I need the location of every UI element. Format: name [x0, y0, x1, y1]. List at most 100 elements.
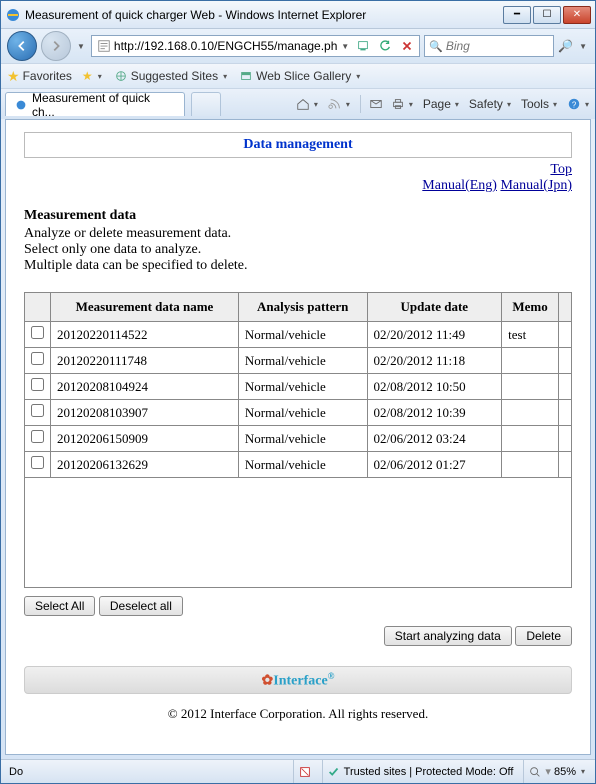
- th-pattern: Analysis pattern: [238, 293, 367, 322]
- read-mail-button[interactable]: [369, 97, 383, 111]
- new-tab-button[interactable]: [191, 92, 221, 116]
- page-favicon: [97, 39, 111, 53]
- rss-icon: [328, 97, 342, 111]
- page-menu[interactable]: Page▾: [423, 97, 461, 111]
- row-checkbox[interactable]: [31, 430, 44, 443]
- maximize-button[interactable]: ☐: [533, 6, 561, 24]
- stop-button[interactable]: [397, 36, 417, 56]
- trusted-label: Trusted sites | Protected Mode: Off: [344, 766, 514, 778]
- safety-menu[interactable]: Safety▾: [469, 97, 513, 111]
- tools-menu[interactable]: Tools▾: [521, 97, 559, 111]
- delete-button[interactable]: Delete: [515, 626, 572, 646]
- popup-blocker[interactable]: [293, 760, 316, 783]
- deselect-all-button[interactable]: Deselect all: [99, 596, 183, 616]
- cell-name: 20120206132629: [51, 452, 239, 478]
- zoom-control[interactable]: ▾ 85% ▾: [523, 760, 591, 783]
- favorites-label: Favorites: [23, 69, 72, 83]
- close-button[interactable]: ✕: [563, 6, 591, 24]
- tab-title: Measurement of quick ch...: [32, 91, 176, 119]
- page-header: Data management: [24, 132, 572, 158]
- suggested-label: Suggested Sites: [131, 69, 218, 83]
- globe-icon: [114, 69, 128, 83]
- footer-bar: ✿Interface®: [24, 666, 572, 694]
- cell-pattern: Normal/vehicle: [238, 426, 367, 452]
- cell-memo: [502, 348, 559, 374]
- security-zone[interactable]: Trusted sites | Protected Mode: Off: [322, 760, 518, 783]
- zoom-value: 85%: [554, 766, 576, 778]
- table-row: 20120208104924Normal/vehicle02/08/2012 1…: [25, 374, 572, 400]
- feeds-button[interactable]: ▾: [328, 97, 352, 111]
- help-button[interactable]: ?▾: [567, 97, 591, 111]
- cell-pattern: Normal/vehicle: [238, 322, 367, 348]
- cell-name: 20120208103907: [51, 400, 239, 426]
- compat-view-button[interactable]: [353, 36, 373, 56]
- favorites-button[interactable]: ★ Favorites: [7, 68, 72, 85]
- home-button[interactable]: ▾: [296, 97, 320, 111]
- webslice-label: Web Slice Gallery: [256, 69, 351, 83]
- row-checkbox[interactable]: [31, 404, 44, 417]
- window-title: Measurement of quick charger Web - Windo…: [25, 8, 503, 22]
- search-icon: 🔍: [429, 40, 443, 53]
- address-input[interactable]: [114, 39, 339, 53]
- suggested-sites-link[interactable]: Suggested Sites ▾: [114, 69, 229, 83]
- compat-icon: [356, 39, 370, 53]
- cell-update: 02/06/2012 03:24: [367, 426, 502, 452]
- check-icon: [327, 765, 341, 779]
- cell-memo: [502, 452, 559, 478]
- measurement-table: Measurement data name Analysis pattern U…: [24, 292, 572, 478]
- cell-update: 02/20/2012 11:18: [367, 348, 502, 374]
- th-name: Measurement data name: [51, 293, 239, 322]
- cell-pattern: Normal/vehicle: [238, 374, 367, 400]
- link-manual-eng[interactable]: Manual(Eng): [422, 178, 497, 193]
- section-title: Measurement data: [24, 208, 572, 224]
- minimize-button[interactable]: ━: [503, 6, 531, 24]
- table-row: 20120206132629Normal/vehicle02/06/2012 0…: [25, 452, 572, 478]
- table-empty-area: [24, 478, 572, 588]
- forward-button[interactable]: [41, 31, 71, 61]
- th-checkbox: [25, 293, 51, 322]
- link-manual-jpn[interactable]: Manual(Jpn): [500, 178, 572, 193]
- address-bar[interactable]: ▼: [91, 35, 420, 57]
- link-top[interactable]: Top: [550, 162, 572, 177]
- back-button[interactable]: [7, 31, 37, 61]
- cell-name: 20120208104924: [51, 374, 239, 400]
- row-checkbox[interactable]: [31, 456, 44, 469]
- search-go-icon[interactable]: 🔎: [558, 39, 573, 53]
- cell-update: 02/08/2012 10:39: [367, 400, 502, 426]
- nav-history-dropdown[interactable]: ▼: [75, 42, 87, 51]
- search-bar[interactable]: 🔍: [424, 35, 554, 57]
- search-input[interactable]: [446, 39, 596, 53]
- section-description: Analyze or delete measurement data. Sele…: [24, 226, 572, 274]
- cell-memo: [502, 426, 559, 452]
- mail-icon: [369, 97, 383, 111]
- cell-memo: [502, 374, 559, 400]
- tab-active[interactable]: Measurement of quick ch...: [5, 92, 185, 116]
- help-icon: ?: [567, 97, 581, 111]
- th-memo: Memo: [502, 293, 559, 322]
- start-analyzing-button[interactable]: Start analyzing data: [384, 626, 512, 646]
- zoom-icon: [528, 765, 542, 779]
- search-dropdown[interactable]: ▼: [577, 42, 589, 51]
- address-dropdown[interactable]: ▼: [339, 42, 351, 51]
- cell-pattern: Normal/vehicle: [238, 348, 367, 374]
- home-icon: [296, 97, 310, 111]
- web-slice-link[interactable]: Web Slice Gallery ▾: [239, 69, 362, 83]
- print-button[interactable]: ▾: [391, 97, 415, 111]
- select-all-button[interactable]: Select All: [24, 596, 95, 616]
- addfav-dropdown[interactable]: ▾: [96, 72, 104, 81]
- print-icon: [391, 97, 405, 111]
- ie-tab-icon: [14, 98, 28, 112]
- row-checkbox[interactable]: [31, 326, 44, 339]
- row-checkbox[interactable]: [31, 378, 44, 391]
- cell-update: 02/08/2012 10:50: [367, 374, 502, 400]
- add-favorite-button[interactable]: ★ ▾: [82, 69, 104, 83]
- cell-update: 02/06/2012 01:27: [367, 452, 502, 478]
- table-row: 20120220111748Normal/vehicle02/20/2012 1…: [25, 348, 572, 374]
- refresh-icon: [378, 39, 392, 53]
- star-icon: ★: [7, 68, 20, 85]
- cell-update: 02/20/2012 11:49: [367, 322, 502, 348]
- arrow-left-icon: [15, 39, 29, 53]
- refresh-button[interactable]: [375, 36, 395, 56]
- row-checkbox[interactable]: [31, 352, 44, 365]
- command-bar: ▾ ▾ ▾ Page▾ Safety▾ Tools▾ ?▾: [227, 95, 591, 113]
